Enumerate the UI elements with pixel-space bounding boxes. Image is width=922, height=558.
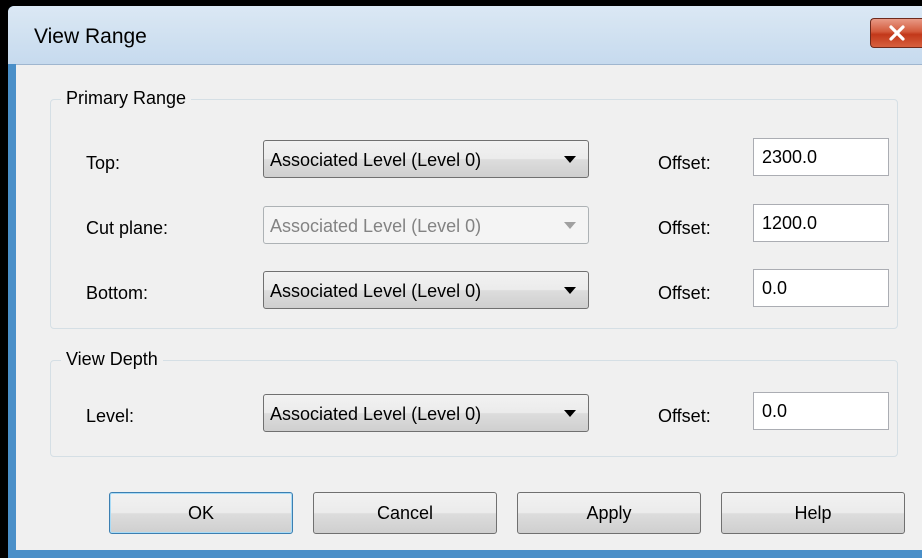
cut-plane-label: Cut plane: [86, 218, 169, 238]
dialog-body: Primary Range Top: Associated Level (Lev… [16, 64, 922, 550]
chevron-down-icon [564, 287, 576, 294]
cut-plane-level-value: Associated Level (Level 0) [270, 216, 482, 236]
view-depth-offset-input[interactable] [753, 392, 889, 430]
top-offset-input[interactable] [753, 138, 889, 176]
dialog-title: View Range [34, 25, 147, 48]
top-label: Top: [86, 153, 121, 173]
chevron-down-icon [564, 410, 576, 417]
title-bar[interactable]: View Range [8, 6, 922, 64]
bottom-level-value: Associated Level (Level 0) [270, 281, 482, 301]
bottom-level-dropdown[interactable]: Associated Level (Level 0) [263, 271, 589, 309]
view-depth-offset-label: Offset: [658, 406, 711, 426]
primary-range-group: Primary Range Top: Associated Level (Lev… [50, 88, 898, 329]
top-level-value: Associated Level (Level 0) [270, 150, 482, 170]
primary-range-legend: Primary Range [61, 88, 192, 109]
apply-button[interactable]: Apply [517, 492, 701, 534]
view-range-dialog: View Range Primary Range Top: Associated… [8, 6, 922, 558]
top-offset-label: Offset: [658, 153, 711, 173]
view-depth-level-label: Level: [86, 406, 135, 426]
cancel-button[interactable]: Cancel [313, 492, 497, 534]
close-button[interactable] [870, 18, 922, 48]
cut-plane-level-dropdown: Associated Level (Level 0) [263, 206, 589, 244]
bottom-offset-label: Offset: [658, 283, 711, 303]
cut-plane-offset-label: Offset: [658, 218, 711, 238]
chevron-down-icon [564, 156, 576, 163]
ok-button[interactable]: OK [109, 492, 293, 534]
view-depth-legend: View Depth [61, 349, 163, 370]
view-depth-level-value: Associated Level (Level 0) [270, 404, 482, 424]
view-depth-level-dropdown[interactable]: Associated Level (Level 0) [263, 394, 589, 432]
bottom-label: Bottom: [86, 283, 149, 303]
help-button[interactable]: Help [721, 492, 905, 534]
view-depth-group: View Depth Level: Associated Level (Leve… [50, 349, 898, 457]
top-level-dropdown[interactable]: Associated Level (Level 0) [263, 140, 589, 178]
close-icon [889, 25, 905, 41]
cut-plane-offset-input[interactable] [753, 204, 889, 242]
chevron-down-icon [564, 222, 576, 229]
bottom-offset-input[interactable] [753, 269, 889, 307]
